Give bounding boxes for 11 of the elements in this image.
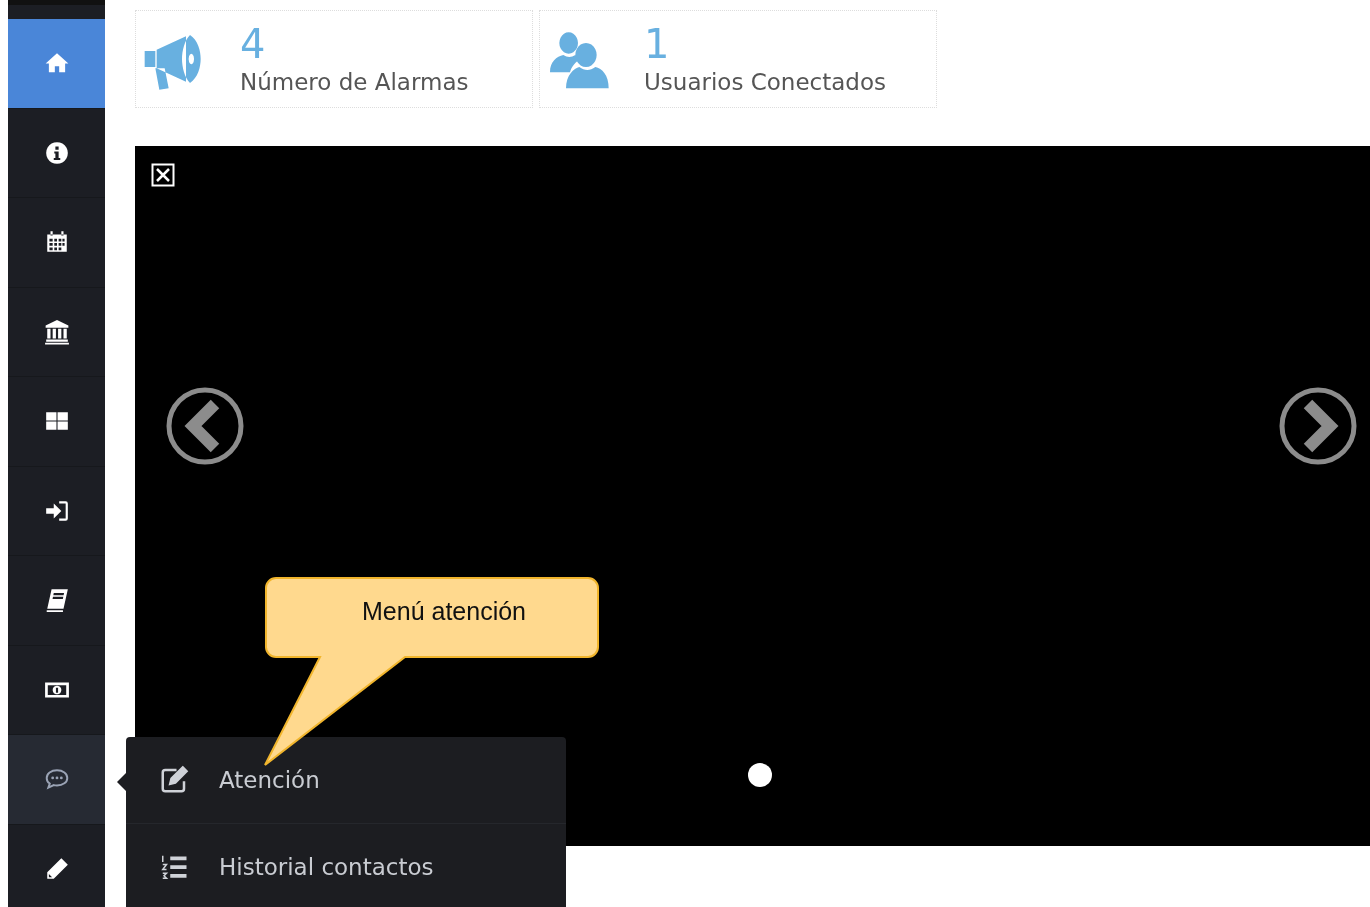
- stat-value: 1: [644, 21, 671, 67]
- bank-icon: [43, 318, 70, 345]
- edit-icon: [159, 765, 189, 795]
- slide-dot[interactable]: [748, 763, 772, 787]
- info-icon: [43, 139, 70, 166]
- stat-label: Usuarios Conectados: [644, 68, 886, 97]
- close-icon[interactable]: [151, 163, 175, 187]
- stat-value: 4: [240, 21, 267, 67]
- stat-label: Número de Alarmas: [240, 68, 469, 97]
- callout-text: Menú atención: [362, 597, 526, 626]
- menu-item[interactable]: Historial contactos: [126, 824, 566, 907]
